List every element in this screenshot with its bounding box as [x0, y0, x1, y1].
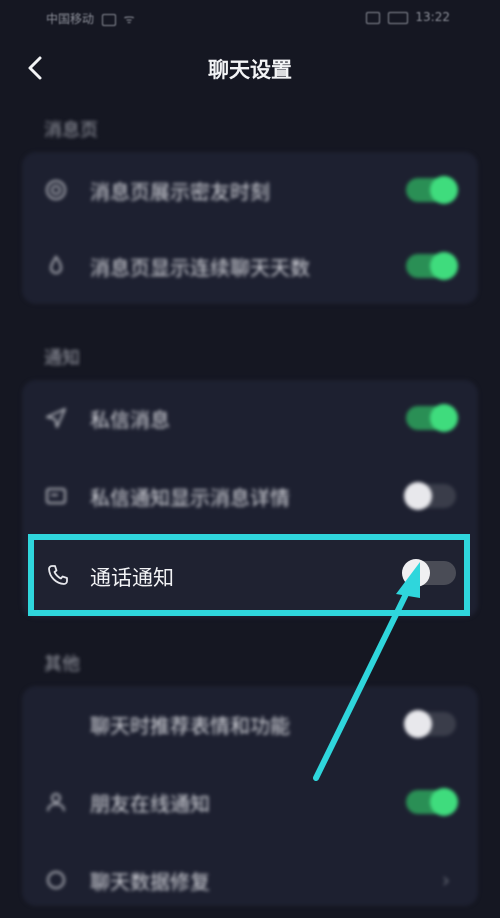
toggle-knob	[430, 404, 458, 432]
section-label-notify: 通知	[44, 348, 80, 369]
toggle-knob	[430, 788, 458, 816]
send-icon	[46, 408, 66, 428]
setting-label: 朋友在线通知	[90, 792, 210, 816]
page-title: 聊天设置	[208, 58, 292, 82]
repair-icon	[47, 871, 65, 889]
toggle-knob	[430, 252, 458, 280]
card-other: 聊天时推荐表情和功能 朋友在线通知 聊天数据修复 ›	[22, 686, 478, 906]
section-label-other: 其他	[44, 654, 80, 675]
setting-row-private-message[interactable]: 私信消息	[22, 380, 478, 456]
section-label-messages: 消息页	[44, 120, 98, 141]
setting-row-friend-online[interactable]: 朋友在线通知	[22, 764, 478, 840]
message-detail-icon	[46, 488, 66, 504]
toggle-switch[interactable]	[406, 252, 458, 280]
chevron-right-icon: ›	[442, 868, 450, 892]
moment-icon	[46, 180, 66, 200]
vibrate-icon	[365, 11, 380, 24]
setting-row-show-close-friends[interactable]: 消息页展示密友时刻	[22, 152, 478, 228]
setting-label: 私信通知显示消息详情	[90, 486, 290, 510]
card-messages: 消息页展示密友时刻 消息页显示连续聊天天数	[22, 152, 478, 304]
carrier-text: 中国移动	[46, 12, 95, 26]
toggle-switch[interactable]	[404, 710, 456, 738]
toggle-knob	[404, 710, 432, 738]
toggle-switch[interactable]	[406, 176, 458, 204]
status-right: 13:22	[365, 10, 450, 24]
status-bar: 中国移动 ᯤ 13:22	[0, 0, 500, 36]
toggle-switch[interactable]	[406, 404, 458, 432]
setting-label: 消息页展示密友时刻	[90, 180, 270, 204]
toggle-knob	[430, 176, 458, 204]
setting-label: 消息页显示连续聊天天数	[90, 256, 310, 280]
setting-label: 聊天数据修复	[90, 870, 210, 894]
setting-row-recommend-emoji[interactable]: 聊天时推荐表情和功能	[22, 686, 478, 762]
highlight-frame	[28, 534, 470, 616]
battery-icon	[387, 11, 408, 24]
toggle-switch[interactable]	[406, 788, 458, 816]
toggle-knob	[404, 482, 432, 510]
setting-row-message-detail[interactable]: 私信通知显示消息详情	[22, 458, 478, 534]
setting-label: 聊天时推荐表情和功能	[90, 714, 290, 738]
setting-label: 私信消息	[90, 408, 170, 432]
setting-row-chat-streak[interactable]: 消息页显示连续聊天天数	[22, 228, 478, 304]
flame-icon	[49, 255, 63, 274]
clock-text: 13:22	[415, 10, 450, 24]
toggle-switch[interactable]	[404, 482, 456, 510]
status-left: 中国移动 ᯤ	[46, 10, 135, 27]
person-icon	[47, 793, 65, 812]
signal-icon	[101, 13, 116, 26]
wifi-icon: ᯤ	[123, 12, 135, 26]
setting-row-data-repair[interactable]: 聊天数据修复 ›	[22, 842, 478, 918]
header: 聊天设置	[0, 44, 500, 92]
